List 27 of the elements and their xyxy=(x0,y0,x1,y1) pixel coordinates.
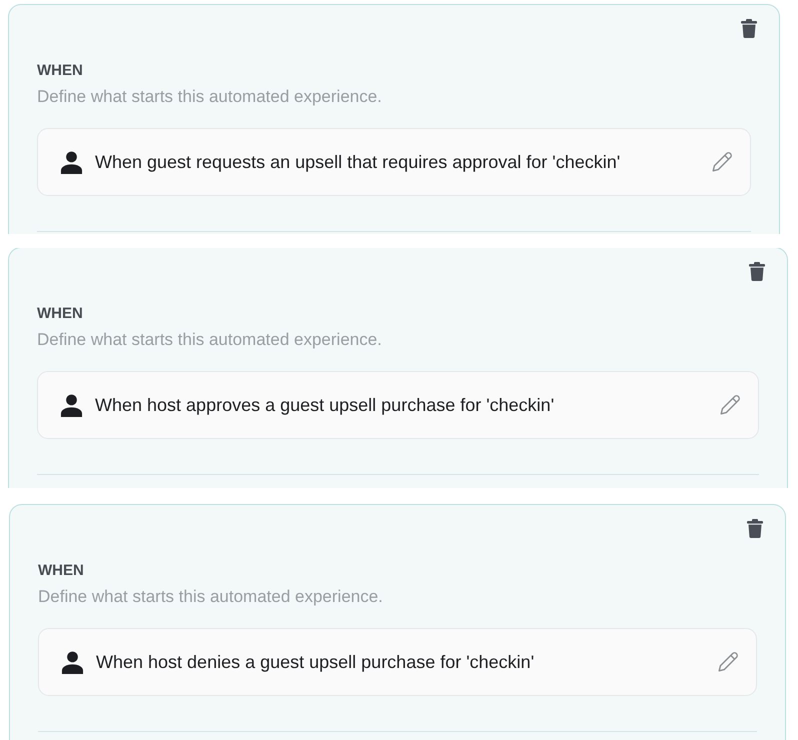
trash-icon xyxy=(749,262,765,281)
trash-icon xyxy=(747,519,763,538)
section-heading: WHEN xyxy=(37,62,84,80)
person-icon xyxy=(61,650,84,674)
pencil-icon xyxy=(712,152,732,172)
person-icon xyxy=(60,394,83,416)
delete-button[interactable] xyxy=(741,19,757,38)
section-description: Define what starts this automated experience. xyxy=(38,586,384,608)
trash-icon xyxy=(741,19,757,38)
trigger-text: When guest requests an upsell that requires approval for 'checkin' xyxy=(95,151,620,173)
trigger-card[interactable]: When host denies a guest upsell purchase for 'checkin' xyxy=(38,628,757,696)
trigger-card[interactable]: When guest requests an upsell that requires approval for 'checkin' xyxy=(37,128,751,196)
trigger-text: When host approves a guest upsell purchase for 'checkin' xyxy=(95,394,554,416)
edit-button[interactable] xyxy=(720,395,740,415)
section-description: Define what starts this automated experience. xyxy=(37,86,383,108)
pencil-icon xyxy=(720,395,740,415)
section-description: Define what starts this automated experience. xyxy=(37,329,383,351)
section-heading: WHEN xyxy=(38,562,85,580)
trigger-card[interactable]: When host approves a guest upsell purchase for 'checkin' xyxy=(37,371,759,439)
edit-button[interactable] xyxy=(712,152,732,172)
delete-button[interactable] xyxy=(749,262,765,281)
section-heading: WHEN xyxy=(37,305,84,323)
pencil-icon xyxy=(718,652,738,672)
edit-button[interactable] xyxy=(718,652,738,672)
delete-button[interactable] xyxy=(747,519,763,538)
trigger-text: When host denies a guest upsell purchase for 'checkin' xyxy=(96,651,534,673)
person-icon xyxy=(60,150,83,174)
